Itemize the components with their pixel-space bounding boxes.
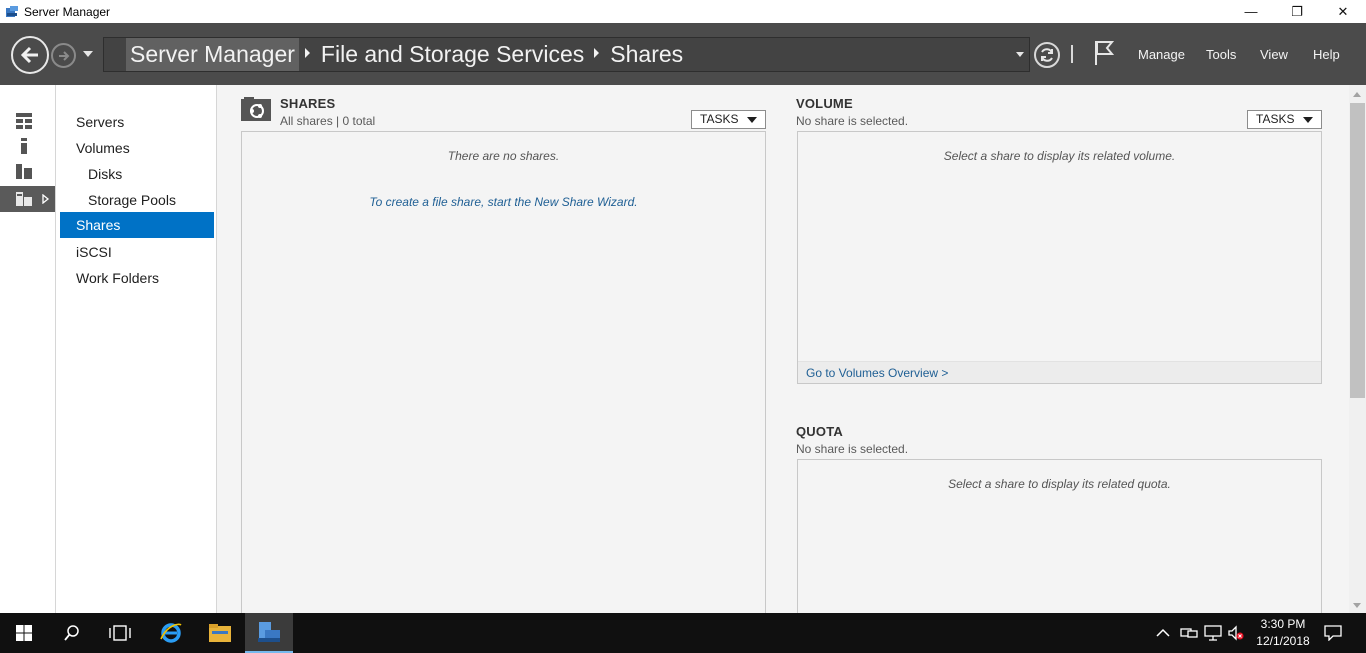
sub-navigation: Servers Volumes Disks Storage Pools Shar…	[56, 85, 217, 613]
subnav-item-volumes[interactable]: Volumes	[60, 135, 214, 161]
shares-tasks-button[interactable]: TASKS	[691, 110, 766, 129]
notifications-flag-icon[interactable]	[1094, 40, 1115, 66]
task-view-icon	[109, 625, 131, 641]
windows-logo-icon	[16, 625, 32, 641]
clock-time: 3:30 PM	[1260, 617, 1306, 631]
volume-panel: Select a share to display its related vo…	[797, 131, 1322, 384]
breadcrumb-server-manager[interactable]: Server Manager	[126, 38, 299, 71]
subnav-item-iscsi[interactable]: iSCSI	[60, 239, 214, 265]
breadcrumb[interactable]: Server Manager File and Storage Services…	[103, 37, 1030, 72]
dashboard-icon[interactable]	[15, 112, 33, 130]
breadcrumb-grip	[104, 38, 126, 71]
shares-tasks-label: TASKS	[700, 112, 739, 126]
shares-subtitle: All shares | 0 total	[280, 114, 376, 128]
show-hidden-icons-button[interactable]	[1156, 613, 1170, 653]
subnav-item-storage-pools[interactable]: Storage Pools	[60, 187, 214, 213]
menu-manage[interactable]: Manage	[1138, 47, 1185, 62]
refresh-button[interactable]	[1034, 42, 1060, 68]
forward-arrow-icon	[58, 50, 69, 61]
shares-title: SHARES	[280, 96, 336, 111]
nav-divider	[1071, 45, 1073, 63]
rail-item-file-storage[interactable]	[0, 186, 55, 212]
quota-title: QUOTA	[796, 424, 843, 439]
search-button[interactable]	[48, 613, 96, 653]
network-tray-icon[interactable]	[1180, 613, 1198, 653]
volumes-overview-link[interactable]: Go to Volumes Overview >	[798, 361, 1321, 383]
search-icon	[64, 625, 79, 641]
breadcrumb-separator-icon	[304, 48, 310, 58]
tasks-dropdown-icon	[1303, 117, 1313, 123]
action-center-icon[interactable]	[1324, 613, 1342, 653]
forward-button[interactable]	[51, 43, 76, 68]
folder-icon	[209, 624, 231, 642]
back-arrow-icon	[20, 46, 38, 64]
expand-arrow-icon	[42, 194, 50, 204]
breadcrumb-dropdown-icon[interactable]	[1016, 52, 1024, 57]
new-share-wizard-link[interactable]: To create a file share, start the New Sh…	[242, 195, 765, 209]
volume-message: Select a share to display its related vo…	[943, 149, 1176, 163]
history-dropdown-icon[interactable]	[83, 51, 93, 57]
menu-tools[interactable]: Tools	[1206, 47, 1236, 62]
server-manager-app-icon	[5, 5, 19, 19]
menu-view[interactable]: View	[1260, 47, 1288, 62]
left-icon-rail	[0, 85, 56, 613]
file-explorer-button[interactable]	[196, 613, 244, 653]
taskbar: 3:30 PM 12/1/2018	[0, 613, 1366, 653]
title-bar: Server Manager — ❐ ✕	[0, 0, 1366, 23]
tasks-dropdown-icon	[747, 117, 757, 123]
internet-explorer-button[interactable]	[147, 613, 195, 653]
vertical-scrollbar[interactable]	[1349, 85, 1366, 613]
close-button[interactable]: ✕	[1320, 0, 1366, 23]
monitor-tray-icon[interactable]	[1204, 613, 1222, 653]
subnav-item-shares[interactable]: Shares	[60, 212, 214, 238]
quota-panel: Select a share to display its related qu…	[797, 459, 1322, 629]
volume-title: VOLUME	[796, 96, 853, 111]
subnav-item-servers[interactable]: Servers	[60, 109, 214, 135]
shares-panel: There are no shares. To create a file sh…	[241, 131, 766, 621]
system-clock[interactable]: 3:30 PM 12/1/2018	[1248, 616, 1318, 650]
maximize-button[interactable]: ❐	[1274, 0, 1320, 23]
navigation-bar: Server Manager File and Storage Services…	[0, 23, 1366, 85]
scroll-thumb[interactable]	[1350, 103, 1365, 398]
breadcrumb-shares[interactable]: Shares	[606, 38, 687, 71]
shares-empty-message: There are no shares.	[447, 149, 560, 163]
window-title: Server Manager	[24, 4, 111, 19]
volume-subtitle: No share is selected.	[796, 114, 909, 128]
menu-help[interactable]: Help	[1313, 47, 1340, 62]
start-button[interactable]	[0, 613, 48, 653]
main-content: SHARES All shares | 0 total TASKS There …	[217, 85, 1349, 629]
server-manager-taskbar-button[interactable]	[245, 613, 293, 653]
subnav-item-disks[interactable]: Disks	[60, 161, 214, 187]
scroll-down-icon[interactable]	[1353, 603, 1361, 608]
task-view-button[interactable]	[96, 613, 144, 653]
breadcrumb-file-storage[interactable]: File and Storage Services	[317, 38, 588, 71]
server-manager-icon	[258, 622, 280, 642]
minimize-button[interactable]: —	[1228, 0, 1274, 23]
volume-muted-icon[interactable]	[1227, 613, 1245, 653]
subnav-item-work-folders[interactable]: Work Folders	[60, 265, 214, 291]
clock-date: 12/1/2018	[1256, 634, 1310, 648]
internet-explorer-icon	[160, 623, 182, 643]
quota-message: Select a share to display its related qu…	[948, 477, 1171, 491]
chevron-up-icon	[1156, 628, 1170, 637]
breadcrumb-separator-icon	[594, 48, 600, 58]
volume-tasks-label: TASKS	[1256, 112, 1295, 126]
all-servers-icon[interactable]	[15, 162, 33, 180]
quota-subtitle: No share is selected.	[796, 442, 909, 456]
file-storage-icon	[16, 192, 32, 206]
volume-tasks-button[interactable]: TASKS	[1247, 110, 1322, 129]
shares-tile-icon	[241, 97, 271, 123]
scroll-up-icon[interactable]	[1353, 92, 1361, 97]
back-button[interactable]	[11, 36, 49, 74]
local-server-icon[interactable]	[15, 137, 33, 155]
refresh-icon	[1041, 48, 1053, 62]
